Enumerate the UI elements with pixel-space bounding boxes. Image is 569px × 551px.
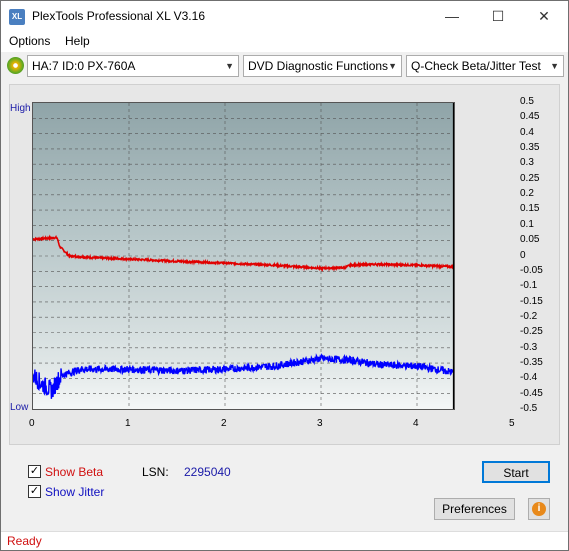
title-bar: XL PlexTools Professional XL V3.16 — ☐ ✕ xyxy=(1,1,568,31)
y-tick-label: -0.5 xyxy=(520,403,538,414)
y-tick-label: -0.1 xyxy=(520,280,538,292)
test-select[interactable]: Q-Check Beta/Jitter Test ▼ xyxy=(406,55,564,77)
x-tick-label: 2 xyxy=(221,418,227,429)
y-tick-label: 0.25 xyxy=(520,172,540,184)
beta-series-line xyxy=(33,234,454,273)
y-tick-label: 0.5 xyxy=(520,96,534,107)
y-tick-label: 0.1 xyxy=(520,218,534,230)
info-button[interactable]: i xyxy=(528,498,550,520)
chevron-down-icon: ▼ xyxy=(225,61,234,71)
minimize-button[interactable]: — xyxy=(429,1,475,31)
y-tick-label: 0.4 xyxy=(520,126,534,138)
y-tick-label: -0.35 xyxy=(520,356,543,368)
controls-panel: ✓ Show Beta ✓ Show Jitter LSN: 2295040 S… xyxy=(9,450,560,523)
preferences-button[interactable]: Preferences xyxy=(434,498,515,520)
x-tick-label: 1 xyxy=(125,418,131,429)
show-beta-label[interactable]: Show Beta xyxy=(45,465,103,479)
y-tick-label: 0.35 xyxy=(520,142,540,154)
chevron-down-icon: ▼ xyxy=(550,61,559,71)
x-tick-label: 0 xyxy=(29,418,35,429)
show-jitter-checkbox[interactable]: ✓ xyxy=(28,485,41,498)
drive-select[interactable]: HA:7 ID:0 PX-760A ▼ xyxy=(27,55,239,77)
y-tick-label: 0.45 xyxy=(520,111,540,123)
lsn-label: LSN: xyxy=(142,465,169,479)
status-text: Ready xyxy=(7,534,42,548)
start-button[interactable]: Start xyxy=(482,461,550,483)
toolbar: HA:7 ID:0 PX-760A ▼ DVD Diagnostic Funct… xyxy=(1,53,568,79)
menu-help[interactable]: Help xyxy=(65,34,90,48)
menu-options[interactable]: Options xyxy=(9,34,50,48)
y-tick-label: -0.25 xyxy=(520,326,543,338)
chart-svg xyxy=(33,103,454,409)
y-tick-label: -0.45 xyxy=(520,387,543,399)
main-window: XL PlexTools Professional XL V3.16 — ☐ ✕… xyxy=(0,0,569,551)
y-tick-label: -0.4 xyxy=(520,372,538,384)
x-tick-label: 5 xyxy=(509,418,515,429)
maximize-button[interactable]: ☐ xyxy=(475,1,521,31)
low-label: Low xyxy=(10,402,29,413)
chevron-down-icon: ▼ xyxy=(388,61,397,71)
menu-bar: Options Help xyxy=(1,31,568,52)
app-logo-icon: XL xyxy=(9,9,25,25)
y-tick-label: 0.2 xyxy=(520,188,534,200)
jitter-series-line xyxy=(33,353,454,399)
y-tick-label: 0 xyxy=(520,249,526,261)
y-tick-label: 0.05 xyxy=(520,234,540,246)
drive-select-value: HA:7 ID:0 PX-760A xyxy=(32,59,136,73)
function-select[interactable]: DVD Diagnostic Functions ▼ xyxy=(243,55,402,77)
y-tick-label: -0.15 xyxy=(520,295,543,307)
function-select-value: DVD Diagnostic Functions xyxy=(248,59,389,73)
test-select-value: Q-Check Beta/Jitter Test xyxy=(411,59,541,73)
lsn-value: 2295040 xyxy=(184,465,231,479)
x-tick-label: 4 xyxy=(413,418,419,429)
close-button[interactable]: ✕ xyxy=(521,1,567,31)
show-beta-checkbox[interactable]: ✓ xyxy=(28,465,41,478)
info-icon: i xyxy=(532,502,546,516)
y-tick-label: 0.15 xyxy=(520,203,540,215)
y-tick-label: -0.05 xyxy=(520,264,543,276)
disc-drive-icon xyxy=(7,57,24,74)
y-tick-label: -0.3 xyxy=(520,341,538,353)
y-tick-label: -0.2 xyxy=(520,310,538,322)
status-bar: Ready xyxy=(1,531,568,550)
chart-plot-area xyxy=(32,102,455,410)
x-tick-label: 3 xyxy=(317,418,323,429)
high-label: High xyxy=(10,103,31,114)
show-jitter-label[interactable]: Show Jitter xyxy=(45,485,104,499)
window-title: PlexTools Professional XL V3.16 xyxy=(32,9,205,23)
y-tick-label: 0.3 xyxy=(520,157,534,169)
